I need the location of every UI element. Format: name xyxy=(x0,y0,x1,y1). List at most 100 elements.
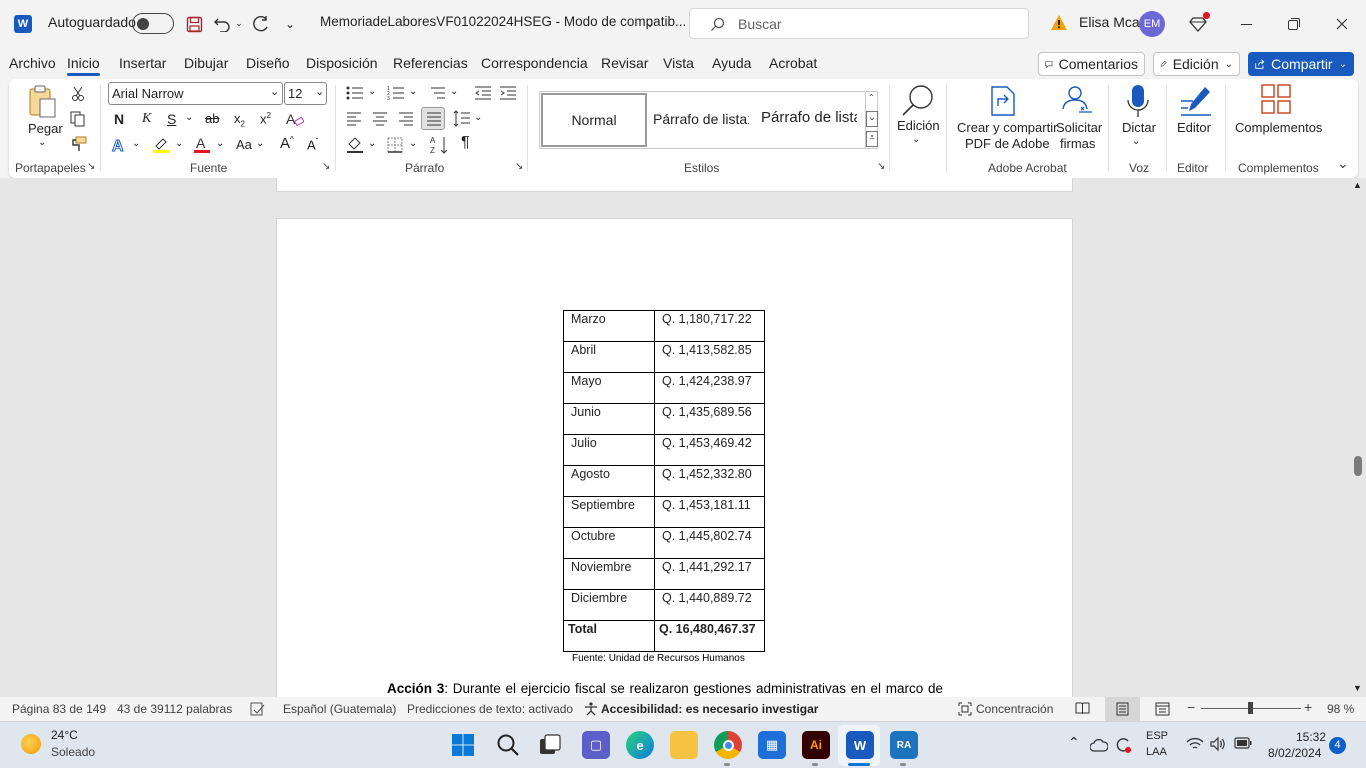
tab-vista[interactable]: Vista xyxy=(663,55,694,71)
document-title[interactable]: MemoriadeLaboresVF01022024HSEG - Modo de… xyxy=(320,14,686,29)
chevron-up-icon[interactable]: ⌃ xyxy=(868,93,875,102)
change-case-icon[interactable]: Aa xyxy=(236,137,252,152)
web-layout-icon[interactable] xyxy=(1155,702,1170,716)
scroll-thumb[interactable] xyxy=(1354,456,1362,476)
diamond-icon[interactable] xyxy=(1189,12,1210,34)
task-view-icon[interactable] xyxy=(539,734,561,756)
word-icon[interactable]: W xyxy=(846,731,874,759)
search-icon[interactable] xyxy=(496,733,520,757)
editing-mode-button[interactable]: Edición ⌄ xyxy=(1153,52,1240,76)
file-explorer-icon[interactable] xyxy=(670,731,698,759)
bullets-icon[interactable] xyxy=(346,85,364,101)
illustrator-icon[interactable]: Ai xyxy=(802,731,830,759)
copy-icon[interactable] xyxy=(70,111,86,127)
weather-desc[interactable]: Soleado xyxy=(51,745,95,759)
user-name[interactable]: Elisa Mcal xyxy=(1079,14,1143,30)
customize-toolbar-icon[interactable]: ⌄ xyxy=(282,14,298,34)
increase-indent-icon[interactable] xyxy=(499,85,517,101)
scroll-up-icon[interactable]: ▲ xyxy=(1353,180,1362,190)
zoom-in-icon[interactable]: + xyxy=(1304,699,1312,715)
read-mode-icon[interactable] xyxy=(1075,702,1090,715)
dictate-dropdown-icon[interactable]: ⌄ xyxy=(1132,134,1140,150)
warning-icon[interactable] xyxy=(1050,14,1068,31)
volume-icon[interactable] xyxy=(1210,736,1226,752)
justify-button[interactable] xyxy=(421,107,445,130)
shrink-font-icon[interactable]: Aˇ xyxy=(307,137,318,152)
tab-correspondencia[interactable]: Correspondencia xyxy=(481,55,588,71)
text-effects-icon[interactable]: A xyxy=(111,136,129,155)
create-pdf-icon[interactable] xyxy=(989,86,1017,116)
accessibility-status[interactable]: Accesibilidad: es necesario investigar xyxy=(601,702,818,716)
paste-dropdown-icon[interactable]: ⌄ xyxy=(38,135,46,151)
show-paragraph-marks-icon[interactable]: ¶ xyxy=(461,134,470,152)
minimize-icon[interactable] xyxy=(1234,13,1258,35)
tab-dibujar[interactable]: Dibujar xyxy=(184,55,228,71)
grow-font-icon[interactable]: A^ xyxy=(280,135,294,152)
accessibility-icon[interactable] xyxy=(584,702,598,716)
underline-icon[interactable]: S xyxy=(167,111,176,127)
bold-icon[interactable]: N xyxy=(114,111,124,127)
language-status[interactable]: Español (Guatemala) xyxy=(283,702,396,716)
borders-icon[interactable] xyxy=(387,137,403,153)
clear-formatting-icon[interactable]: A xyxy=(286,111,304,127)
input-language-2[interactable]: LAA xyxy=(1146,746,1167,758)
refresh-icon[interactable] xyxy=(1114,736,1132,754)
request-signature-label2[interactable]: firmas xyxy=(1060,136,1095,152)
highlight-icon[interactable] xyxy=(152,136,170,154)
tab-inicio[interactable]: Inicio xyxy=(67,55,100,76)
addins-icon[interactable] xyxy=(1261,84,1291,114)
vertical-scrollbar[interactable]: ▲ ▼ xyxy=(1350,178,1366,697)
request-signature-label[interactable]: Solicitar xyxy=(1056,120,1102,136)
document-page[interactable]: Marzo Q. 1,180,717.22 Abril Q. 1,413,582.85… xyxy=(276,218,1073,697)
text-predictions-status[interactable]: Predicciones de texto: activado xyxy=(407,702,573,716)
save-icon[interactable] xyxy=(184,14,204,34)
show-hidden-icons-icon[interactable]: ⌃ xyxy=(1068,734,1080,751)
strikethrough-icon[interactable]: ab xyxy=(205,111,219,126)
notification-badge[interactable]: 4 xyxy=(1329,737,1346,754)
shading-icon[interactable] xyxy=(346,136,364,154)
styles-scroll[interactable]: ⌃ ⌄ ⩡ xyxy=(865,91,878,149)
tab-referencias[interactable]: Referencias xyxy=(393,55,468,71)
font-color-icon[interactable]: A xyxy=(193,135,211,154)
tab-diseno[interactable]: Diseño xyxy=(246,55,290,71)
zoom-slider-thumb[interactable] xyxy=(1248,702,1253,714)
focus-icon[interactable] xyxy=(958,702,972,716)
font-color-dropdown-icon[interactable]: ⌄ xyxy=(216,138,224,149)
autosave-toggle[interactable] xyxy=(132,13,174,34)
sun-icon[interactable] xyxy=(21,734,41,754)
line-spacing-icon[interactable] xyxy=(453,110,471,127)
dialog-launcher-icon[interactable]: ↘ xyxy=(515,161,523,172)
align-center-icon[interactable] xyxy=(372,112,388,126)
shading-dropdown-icon[interactable]: ⌄ xyxy=(368,138,376,149)
dialog-launcher-icon[interactable]: ↘ xyxy=(322,161,330,172)
edit-dropdown-icon[interactable]: ⌄ xyxy=(912,132,920,148)
underline-dropdown-icon[interactable]: ⌄ xyxy=(185,112,193,123)
align-right-icon[interactable] xyxy=(398,112,414,126)
avatar[interactable]: EM xyxy=(1139,11,1165,37)
numbering-icon[interactable]: 123 xyxy=(387,85,405,101)
chevron-down-icon[interactable]: ⌄ xyxy=(866,111,878,127)
style-list-paragraph-1[interactable]: Párrafo de lista1 xyxy=(653,111,749,127)
tab-disposicion[interactable]: Disposición xyxy=(306,55,378,71)
font-size-box[interactable]: 12 ⌄ xyxy=(284,82,327,105)
multilevel-list-icon[interactable] xyxy=(428,85,446,101)
subscript-icon[interactable]: x2 xyxy=(234,111,245,129)
line-spacing-dropdown-icon[interactable]: ⌄ xyxy=(474,112,482,123)
zoom-out-icon[interactable]: − xyxy=(1187,699,1195,715)
search-box[interactable]: Buscar xyxy=(689,8,1029,39)
scroll-down-icon[interactable]: ▼ xyxy=(1353,683,1362,693)
font-name-box[interactable]: Arial Narrow ⌄ xyxy=(108,82,283,105)
print-layout-button[interactable] xyxy=(1105,697,1140,721)
cut-icon[interactable] xyxy=(71,86,85,102)
borders-dropdown-icon[interactable]: ⌄ xyxy=(409,138,417,149)
weather-temp[interactable]: 24°C xyxy=(51,728,78,742)
undo-icon[interactable] xyxy=(212,14,232,34)
wifi-icon[interactable] xyxy=(1186,737,1204,751)
text-effects-dropdown-icon[interactable]: ⌄ xyxy=(132,138,140,149)
word-count[interactable]: 43 de 39112 palabras xyxy=(117,702,232,716)
dialog-launcher-icon[interactable]: ↘ xyxy=(87,161,95,172)
clock-date[interactable]: 8/02/2024 xyxy=(1268,746,1321,760)
create-pdf-label[interactable]: Crear y compartir xyxy=(957,120,1057,136)
chrome-icon[interactable] xyxy=(714,731,742,759)
app-icon[interactable]: RA xyxy=(890,731,918,759)
